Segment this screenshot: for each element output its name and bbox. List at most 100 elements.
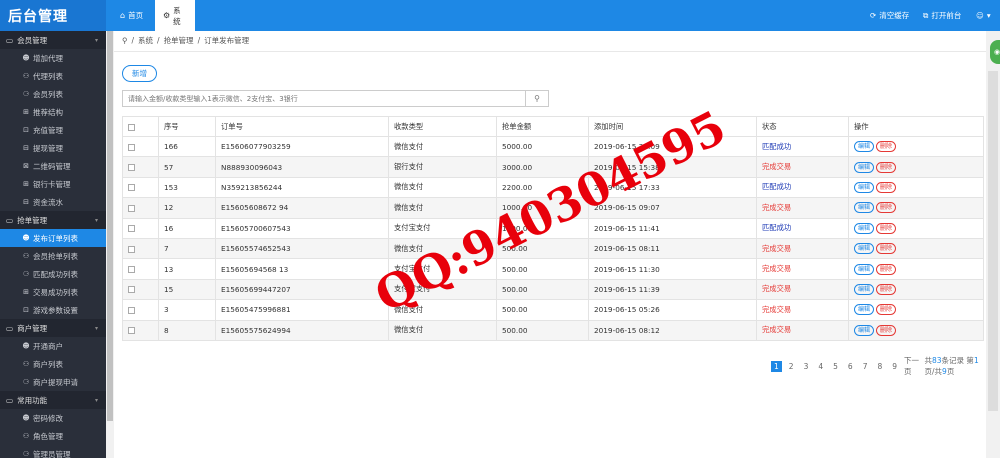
sidebar-item[interactable]: ⚇ 角色管理 [0, 427, 106, 445]
sidebar: ▭ 会员管理 ▾ ☻ 增加代理 ⚇ 代理列表 ⚆ 会员列表 ⊞ 推荐结构 ⊡ 充值管理 ⊟ 提现管理 ⊠ 二维码… [0, 31, 106, 458]
delete-button[interactable]: 删除 [876, 202, 897, 214]
tab-home[interactable]: ⌂ 首页 [112, 0, 151, 31]
row-select-cell[interactable] [122, 237, 159, 260]
page-scrollbar[interactable] [986, 31, 1000, 458]
row-checkbox[interactable] [128, 266, 135, 274]
sidebar-item[interactable]: ⊞ 银行卡管理 [0, 175, 106, 193]
row-select-cell[interactable] [122, 135, 159, 158]
edit-button[interactable]: 编辑 [854, 263, 875, 275]
search-button[interactable]: ⚲ [525, 90, 549, 107]
edit-button[interactable]: 编辑 [854, 283, 875, 295]
breadcrumb-item[interactable]: 抢单管理 [164, 35, 194, 46]
sidebar-item[interactable]: ☻ 密码修改 [0, 409, 106, 427]
sidebar-item-label: 密码修改 [33, 413, 63, 423]
sidebar-item[interactable]: ⊞ 交易成功列表 [0, 283, 106, 301]
row-checkbox[interactable] [128, 306, 135, 314]
row-select-cell[interactable] [122, 278, 159, 301]
edit-button[interactable]: 编辑 [854, 222, 875, 234]
row-checkbox[interactable] [128, 164, 135, 172]
edit-button[interactable]: 编辑 [854, 324, 875, 336]
menu-item-icon: ⊞ [23, 288, 29, 296]
sidebar-item[interactable]: ☻ 增加代理 [0, 49, 106, 67]
edit-button[interactable]: 编辑 [854, 161, 875, 173]
sidebar-item[interactable]: ⊟ 资金流水 [0, 193, 106, 211]
sidebar-item[interactable]: ⚆ 匹配成功列表 [0, 265, 106, 283]
page-link[interactable]: 5 [830, 361, 841, 372]
sidebar-item-label: 交易成功列表 [33, 287, 78, 297]
add-button[interactable]: 新增 [122, 65, 157, 82]
page-link[interactable]: 7 [860, 361, 871, 372]
sidebar-item[interactable]: ⚇ 会员抢单列表 [0, 247, 106, 265]
search-field[interactable] [122, 90, 526, 107]
delete-button[interactable]: 删除 [876, 141, 897, 153]
row-checkbox[interactable] [128, 204, 135, 212]
sidebar-item[interactable]: ⚆ 会员列表 [0, 85, 106, 103]
sidebar-item[interactable]: ⊡ 充值管理 [0, 121, 106, 139]
sidebar-group[interactable]: ▭ 商户管理 ▾ [0, 319, 106, 337]
row-checkbox[interactable] [128, 184, 135, 192]
breadcrumb-item[interactable]: 系统 [138, 35, 153, 46]
page-link[interactable]: 2 [786, 361, 797, 372]
row-select-cell[interactable] [122, 217, 159, 239]
sidebar-group[interactable]: ▭ 会员管理 ▾ [0, 31, 106, 49]
edit-button[interactable]: 编辑 [854, 141, 875, 153]
edit-button[interactable]: 编辑 [854, 304, 875, 316]
sidebar-group[interactable]: ▭ 抢单管理 ▾ [0, 211, 106, 229]
delete-button[interactable]: 删除 [876, 222, 897, 234]
sidebar-item[interactable]: ⚇ 商户列表 [0, 355, 106, 373]
sidebar-item[interactable]: ☻ 开通商户 [0, 337, 106, 355]
sidebar-item-label: 匹配成功列表 [33, 269, 78, 279]
page-scrollbar-thumb[interactable] [988, 71, 998, 411]
sidebar-item[interactable]: ⊟ 提现管理 [0, 139, 106, 157]
row-select-cell[interactable] [122, 258, 159, 280]
page-link[interactable]: 9 [889, 361, 900, 372]
user-menu-button[interactable]: ☺ ▾ [976, 0, 991, 31]
delete-button[interactable]: 删除 [876, 243, 897, 255]
row-checkbox[interactable] [128, 143, 135, 151]
delete-button[interactable]: 删除 [876, 304, 897, 316]
top-header: 后台管理 ⌂ 首页 ⚙ 系统 ⟳ 清空缓存 ⧉ 打开前台 ☺ ▾ [0, 0, 1000, 31]
page-link[interactable]: 8 [874, 361, 885, 372]
clear-cache-button[interactable]: ⟳ 清空缓存 [870, 0, 909, 31]
row-checkbox[interactable] [128, 245, 135, 253]
delete-button[interactable]: 删除 [876, 161, 897, 173]
row-checkbox[interactable] [128, 327, 135, 335]
open-frontend-button[interactable]: ⧉ 打开前台 [923, 0, 961, 31]
sidebar-item[interactable]: ⊠ 二维码管理 [0, 157, 106, 175]
floating-widget-icon[interactable]: ◉ [990, 40, 1000, 64]
sidebar-scrollbar[interactable] [106, 31, 114, 458]
sidebar-item[interactable]: ⊞ 推荐结构 [0, 103, 106, 121]
page-link[interactable]: 6 [845, 361, 856, 372]
edit-button[interactable]: 编辑 [854, 243, 875, 255]
sidebar-item[interactable]: ⚆ 管理员管理 [0, 445, 106, 458]
page-link[interactable]: 1 [771, 360, 782, 372]
delete-button[interactable]: 删除 [876, 283, 897, 295]
search-input[interactable] [123, 91, 525, 106]
row-checkbox[interactable] [128, 286, 135, 294]
sidebar-item-label: 银行卡管理 [33, 179, 71, 189]
tab-system[interactable]: ⚙ 系统 [155, 0, 195, 31]
row-select-cell[interactable] [122, 156, 159, 178]
page-link[interactable]: 3 [801, 361, 812, 372]
row-select-cell[interactable] [122, 176, 159, 199]
select-all-checkbox[interactable] [128, 123, 135, 131]
row-checkbox[interactable] [128, 225, 135, 233]
row-select-cell[interactable] [122, 197, 159, 219]
sidebar-item-label: 商户提现申请 [33, 377, 78, 387]
page-link[interactable]: 4 [815, 361, 826, 372]
select-all-cell[interactable] [122, 116, 159, 137]
delete-button[interactable]: 删除 [876, 324, 897, 336]
sidebar-item[interactable]: ⊡ 游戏参数设置 [0, 301, 106, 319]
edit-button[interactable]: 编辑 [854, 181, 875, 193]
sidebar-item[interactable]: ⚇ 代理列表 [0, 67, 106, 85]
sidebar-item[interactable]: ☻ 发布订单列表 [0, 229, 106, 247]
sidebar-scrollbar-thumb[interactable] [107, 31, 113, 421]
sidebar-group[interactable]: ▭ 常用功能 ▾ [0, 391, 106, 409]
next-page-link[interactable]: 下一页 [904, 355, 920, 377]
delete-button[interactable]: 删除 [876, 181, 897, 193]
row-select-cell[interactable] [122, 299, 159, 321]
row-select-cell[interactable] [122, 319, 159, 341]
edit-button[interactable]: 编辑 [854, 202, 875, 214]
sidebar-item[interactable]: ⚆ 商户提现申请 [0, 373, 106, 391]
delete-button[interactable]: 删除 [876, 263, 897, 275]
